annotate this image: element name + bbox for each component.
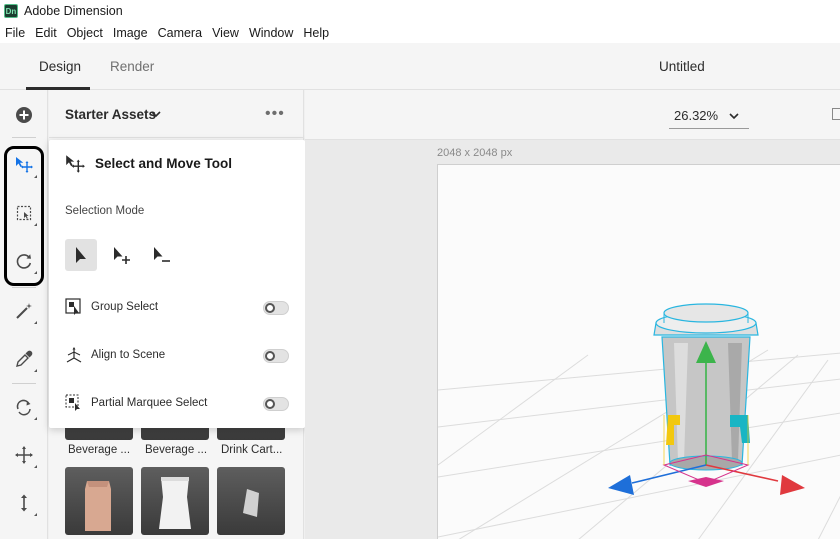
rail-divider bbox=[12, 287, 36, 288]
group-select-icon bbox=[65, 298, 81, 315]
chevron-down-icon[interactable] bbox=[729, 111, 739, 121]
menu-image[interactable]: Image bbox=[113, 26, 148, 40]
paper-bag-image bbox=[85, 481, 111, 531]
partial-marquee-row: Partial Marquee Select bbox=[65, 394, 289, 414]
tool-options-popover: Select and Move Tool Selection Mode Grou… bbox=[49, 140, 305, 428]
align-to-scene-label: Align to Scene bbox=[91, 349, 166, 361]
asset-thumbnail-sachet[interactable] bbox=[217, 467, 285, 535]
window-title: Adobe Dimension bbox=[24, 4, 123, 18]
cursor-subtract-icon bbox=[154, 247, 170, 262]
z-axis-arrow[interactable] bbox=[608, 475, 634, 495]
scene-viewport[interactable] bbox=[438, 165, 840, 539]
workspace-header: Design Render Untitled bbox=[0, 43, 840, 90]
asset-label: Beverage ... bbox=[145, 444, 208, 456]
title-bar: Dn Adobe Dimension bbox=[0, 0, 840, 22]
dolly-tool[interactable] bbox=[9, 488, 39, 518]
move-tool[interactable] bbox=[9, 440, 39, 470]
menu-window[interactable]: Window bbox=[249, 26, 293, 40]
asset-label: Drink Cart... bbox=[221, 444, 283, 456]
canvas-toolbar: 26.32% bbox=[305, 90, 840, 140]
fit-to-screen-icon[interactable] bbox=[832, 108, 840, 120]
cursor-icon bbox=[76, 247, 86, 263]
menu-object[interactable]: Object bbox=[67, 26, 103, 40]
selection-mode-subtract-button[interactable] bbox=[145, 239, 177, 271]
asset-thumbnail-pouch[interactable] bbox=[141, 467, 209, 535]
partial-marquee-icon bbox=[65, 394, 80, 411]
menu-camera[interactable]: Camera bbox=[158, 26, 202, 40]
group-select-label: Group Select bbox=[91, 301, 159, 313]
add-content-button[interactable] bbox=[9, 100, 39, 130]
artboard[interactable] bbox=[437, 164, 840, 539]
document-title: Untitled bbox=[659, 59, 705, 74]
app-logo-icon: Dn bbox=[4, 4, 18, 18]
selection-mode-add-button[interactable] bbox=[105, 239, 137, 271]
pan-icon bbox=[16, 399, 31, 416]
menu-view[interactable]: View bbox=[212, 26, 239, 40]
zoom-level[interactable]: 26.32% bbox=[674, 108, 718, 123]
pan-tool[interactable] bbox=[9, 392, 39, 422]
asset-label: Beverage ... bbox=[68, 444, 131, 456]
move-icon bbox=[15, 446, 33, 464]
tab-render[interactable]: Render bbox=[110, 59, 154, 74]
rail-divider bbox=[12, 383, 36, 384]
selection-mode-new-button[interactable] bbox=[65, 239, 97, 271]
pouch-image bbox=[159, 477, 191, 529]
group-select-row: Group Select bbox=[65, 298, 289, 318]
align-to-scene-toggle[interactable] bbox=[263, 349, 289, 363]
tab-design[interactable]: Design bbox=[39, 59, 81, 74]
more-options-button[interactable]: ••• bbox=[265, 105, 285, 123]
popover-title: Select and Move Tool bbox=[95, 156, 233, 171]
magic-wand-icon bbox=[16, 303, 32, 319]
menu-file[interactable]: File bbox=[5, 26, 25, 40]
canvas-size-label: 2048 x 2048 px bbox=[437, 147, 513, 159]
cursor-add-icon bbox=[114, 247, 130, 264]
menu-help[interactable]: Help bbox=[303, 26, 329, 40]
partial-marquee-toggle[interactable] bbox=[263, 397, 289, 411]
align-to-scene-icon bbox=[66, 347, 82, 363]
magic-wand-tool[interactable] bbox=[9, 296, 39, 326]
rail-divider bbox=[12, 137, 36, 138]
dolly-icon bbox=[21, 494, 27, 512]
transform-gizmo[interactable] bbox=[608, 341, 805, 495]
zoom-field-underline bbox=[669, 128, 749, 129]
add-icon bbox=[16, 107, 32, 123]
menu-bar: File Edit Object Image Camera View Windo… bbox=[0, 22, 840, 43]
chevron-down-icon[interactable] bbox=[151, 109, 161, 119]
sachet-image bbox=[243, 489, 259, 517]
align-to-scene-row: Align to Scene bbox=[65, 346, 289, 366]
select-move-icon bbox=[66, 155, 85, 173]
assets-header: Starter Assets ••• bbox=[49, 90, 304, 138]
ground-grid bbox=[438, 349, 840, 539]
assets-title[interactable]: Starter Assets bbox=[65, 107, 156, 122]
tool-rail bbox=[0, 90, 48, 539]
eyedropper-icon bbox=[16, 350, 33, 367]
partial-marquee-label: Partial Marquee Select bbox=[91, 397, 208, 409]
group-select-toggle[interactable] bbox=[263, 301, 289, 315]
x-axis-arrow[interactable] bbox=[780, 475, 805, 495]
asset-thumbnail-bag[interactable] bbox=[65, 467, 133, 535]
annotation-highlight bbox=[4, 146, 44, 286]
eyedropper-tool[interactable] bbox=[9, 344, 39, 374]
selection-mode-label: Selection Mode bbox=[65, 205, 145, 217]
menu-edit[interactable]: Edit bbox=[35, 26, 57, 40]
